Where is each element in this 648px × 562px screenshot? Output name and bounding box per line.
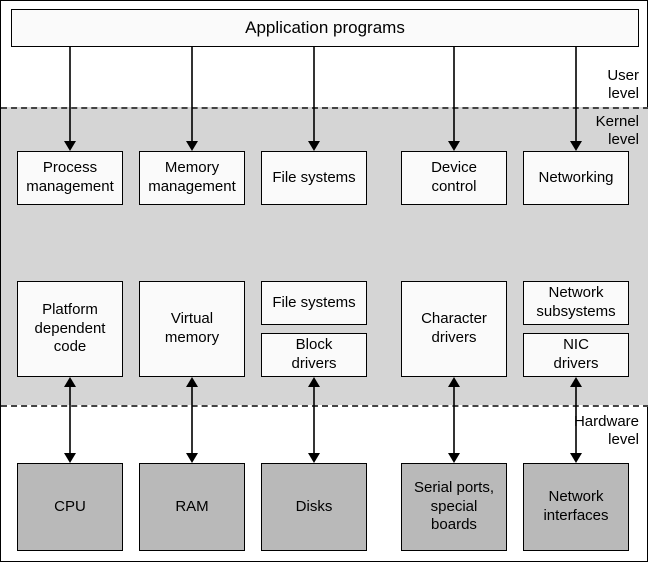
box-file-systems: File systems	[261, 151, 367, 205]
arrow-app-to-process	[63, 47, 77, 151]
box-character-drivers: Characterdrivers	[401, 281, 507, 377]
box-file-systems-lower: File systems	[261, 281, 367, 325]
box-platform-code: Platformdependentcode	[17, 281, 123, 377]
box-application-programs: Application programs	[11, 9, 639, 47]
box-memory-management: Memorymanagement	[139, 151, 245, 205]
box-serial-ports: Serial ports,specialboards	[401, 463, 507, 551]
label-kernel-level: Kernellevel	[596, 113, 639, 149]
arrow-platform-cpu	[63, 377, 77, 463]
box-virtual-memory: Virtualmemory	[139, 281, 245, 377]
box-device-control: Devicecontrol	[401, 151, 507, 205]
box-networking: Networking	[523, 151, 629, 205]
arrow-app-to-memory	[185, 47, 199, 151]
arrow-app-to-net	[569, 47, 583, 151]
box-network-subsystems: Networksubsystems	[523, 281, 629, 325]
box-cpu: CPU	[17, 463, 123, 551]
box-disks: Disks	[261, 463, 367, 551]
arrow-app-to-device	[447, 47, 461, 151]
arrow-nic-netif	[569, 377, 583, 463]
arrow-app-to-fs	[307, 47, 321, 151]
box-process-management: Processmanagement	[17, 151, 123, 205]
box-block-drivers: Blockdrivers	[261, 333, 367, 377]
diagram-stage: Userlevel Kernellevel Hardwarelevel Appl…	[0, 0, 648, 562]
arrow-vmem-ram	[185, 377, 199, 463]
label-hardware-level: Hardwarelevel	[574, 413, 639, 449]
box-network-interfaces: Networkinterfaces	[523, 463, 629, 551]
label-user-level: Userlevel	[607, 67, 639, 103]
arrow-char-serial	[447, 377, 461, 463]
box-ram: RAM	[139, 463, 245, 551]
arrow-block-disks	[307, 377, 321, 463]
box-nic-drivers: NICdrivers	[523, 333, 629, 377]
divider-kernel-hardware	[1, 405, 648, 407]
divider-user-kernel	[1, 107, 648, 109]
